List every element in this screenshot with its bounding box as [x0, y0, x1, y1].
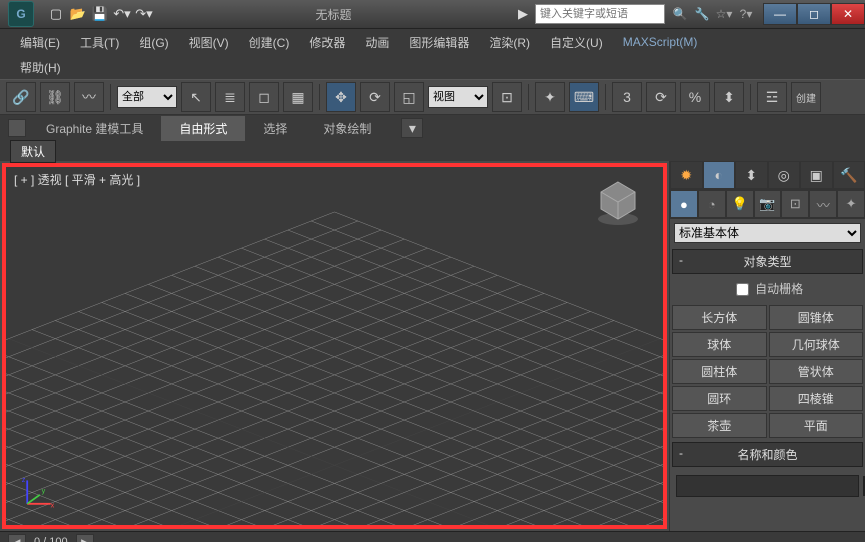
ribbon-toggle-icon[interactable] [8, 119, 26, 137]
viewcube-icon[interactable] [593, 177, 643, 227]
rollout-name-color[interactable]: 名称和颜色 [672, 442, 863, 467]
primitive-button[interactable]: 圆环 [672, 386, 767, 411]
manipulate-icon[interactable]: ✦ [535, 82, 565, 112]
object-name-input[interactable] [676, 475, 859, 497]
primitive-button[interactable]: 几何球体 [769, 332, 864, 357]
display-tab-icon[interactable]: ▣ [800, 161, 833, 189]
selection-filter[interactable]: 全部 [117, 86, 177, 108]
default-tab[interactable]: 默认 [10, 140, 56, 163]
maximize-button[interactable]: ◻ [797, 3, 831, 25]
ribbon-tab[interactable]: 自由形式 [161, 116, 245, 141]
menu-item[interactable]: 渲染(R) [481, 31, 538, 54]
utilities-tab-icon[interactable]: 🔨 [833, 161, 865, 189]
window-crossing-icon[interactable]: ▦ [283, 82, 313, 112]
grid-plane [6, 167, 663, 525]
rollout-object-type[interactable]: 对象类型 [672, 249, 863, 274]
pivot-icon[interactable]: ⊡ [492, 82, 522, 112]
menu-item[interactable]: 视图(V) [181, 31, 237, 54]
primitive-button[interactable]: 圆柱体 [672, 359, 767, 384]
primitive-button[interactable]: 平面 [769, 413, 864, 438]
spacewarps-subtab-icon[interactable]: 〰 [809, 190, 837, 218]
close-button[interactable]: ✕ [831, 3, 865, 25]
cameras-subtab-icon[interactable]: 📷 [754, 190, 782, 218]
timeline-position: 0 / 100 [34, 536, 68, 542]
create-set-icon[interactable]: 创建 [791, 82, 821, 112]
menu-item[interactable]: MAXScript(M) [615, 32, 706, 52]
menu-help[interactable]: 帮助(H) [12, 56, 69, 79]
ref-coord[interactable]: 视图 [428, 86, 488, 108]
primitive-button[interactable]: 茶壶 [672, 413, 767, 438]
window-title: 无标题 [154, 6, 513, 23]
link-icon[interactable]: 🔗 [6, 82, 36, 112]
help-icon[interactable]: ?▾ [737, 5, 755, 23]
svg-text:y: y [42, 486, 46, 495]
menu-item[interactable]: 动画 [357, 31, 397, 54]
primitive-button[interactable]: 圆锥体 [769, 305, 864, 330]
new-icon[interactable]: ▢ [46, 4, 66, 24]
undo-icon[interactable]: ↶▾ [112, 4, 132, 24]
viewport[interactable]: [ + ] 透视 [ 平滑 + 高光 ] z x y [2, 163, 667, 529]
timeline-prev-icon[interactable]: ◀ [8, 534, 26, 542]
ribbon-tab[interactable]: Graphite 建模工具 [28, 116, 161, 141]
angle-snap-icon[interactable]: ⟳ [646, 82, 676, 112]
svg-text:z: z [22, 475, 26, 484]
unlink-icon[interactable]: ⛓ [40, 82, 70, 112]
menu-item[interactable]: 图形编辑器 [401, 31, 477, 54]
menu-item[interactable]: 自定义(U) [542, 31, 611, 54]
wrench-icon[interactable]: 🔧 [693, 5, 711, 23]
percent-snap-icon[interactable]: % [680, 82, 710, 112]
systems-subtab-icon[interactable]: ✦ [837, 190, 865, 218]
menu-item[interactable]: 创建(C) [241, 31, 298, 54]
named-sets-icon[interactable]: ☲ [757, 82, 787, 112]
spinner-snap-icon[interactable]: ⬍ [714, 82, 744, 112]
search-input[interactable] [535, 4, 665, 24]
move-icon[interactable]: ✥ [326, 82, 356, 112]
menu-item[interactable]: 工具(T) [72, 31, 127, 54]
keyboard-shortcut-icon[interactable]: ⌨ [569, 82, 599, 112]
favorite-icon[interactable]: ☆▾ [715, 5, 733, 23]
timeline-next-icon[interactable]: ▶ [76, 534, 94, 542]
ribbon-dropdown-icon[interactable]: ▾ [401, 118, 423, 138]
redo-icon[interactable]: ↷▾ [134, 4, 154, 24]
svg-text:x: x [51, 500, 55, 509]
primitive-button[interactable]: 长方体 [672, 305, 767, 330]
select-icon[interactable]: ↖ [181, 82, 211, 112]
lights-subtab-icon[interactable]: 💡 [726, 190, 754, 218]
motion-tab-icon[interactable]: ◎ [768, 161, 801, 189]
geometry-subtab-icon[interactable]: ● [670, 190, 698, 218]
primitive-button[interactable]: 球体 [672, 332, 767, 357]
axis-tripod-icon: z x y [20, 475, 56, 511]
bind-icon[interactable]: 〰 [74, 82, 104, 112]
binocular-icon[interactable]: 🔍 [671, 5, 689, 23]
select-region-icon[interactable]: ◻ [249, 82, 279, 112]
menu-item[interactable]: 编辑(E) [12, 31, 68, 54]
ribbon-tab[interactable]: 选择 [245, 116, 305, 141]
category-select[interactable]: 标准基本体 [674, 223, 861, 243]
minimize-button[interactable]: — [763, 3, 797, 25]
shapes-subtab-icon[interactable]: ◔ [698, 190, 726, 218]
open-icon[interactable]: 📂 [68, 4, 88, 24]
create-tab-icon[interactable]: ✹ [670, 161, 703, 189]
scale-icon[interactable]: ◱ [394, 82, 424, 112]
ribbon-tab[interactable]: 对象绘制 [305, 116, 389, 141]
modify-tab-icon[interactable]: ◐ [703, 161, 736, 189]
save-icon[interactable]: 💾 [90, 4, 110, 24]
snap-toggle-icon[interactable]: 3 [612, 82, 642, 112]
helpers-subtab-icon[interactable]: ⊡ [781, 190, 809, 218]
menu-item[interactable]: 修改器 [301, 31, 353, 54]
play-icon[interactable]: ▶ [513, 4, 533, 24]
select-name-icon[interactable]: ≣ [215, 82, 245, 112]
primitive-button[interactable]: 管状体 [769, 359, 864, 384]
app-icon[interactable]: G [8, 1, 34, 27]
autogrid-checkbox[interactable]: 自动栅格 [732, 282, 803, 296]
primitive-button[interactable]: 四棱锥 [769, 386, 864, 411]
rotate-icon[interactable]: ⟳ [360, 82, 390, 112]
hierarchy-tab-icon[interactable]: ⬍ [735, 161, 768, 189]
menu-item[interactable]: 组(G) [131, 31, 176, 54]
